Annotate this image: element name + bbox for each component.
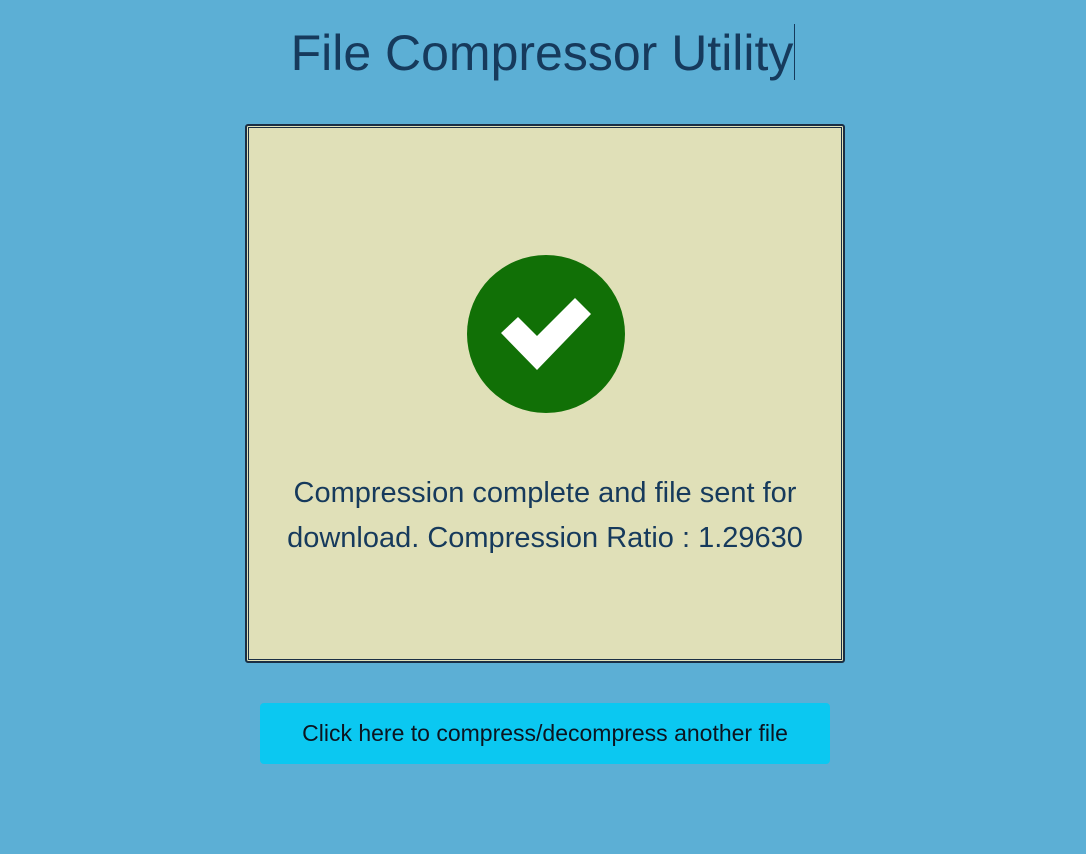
page-title-text: File Compressor Utility [290, 25, 794, 81]
result-panel: Compression complete and file sent for d… [245, 124, 845, 663]
header: File Compressor Utility [0, 22, 1086, 84]
page-title: File Compressor Utility [291, 22, 796, 84]
check-circle-icon [467, 255, 625, 413]
compress-another-button[interactable]: Click here to compress/decompress anothe… [260, 703, 830, 764]
checkmark-icon [501, 298, 591, 370]
result-message: Compression complete and file sent for d… [287, 477, 803, 554]
text-cursor [794, 24, 796, 80]
